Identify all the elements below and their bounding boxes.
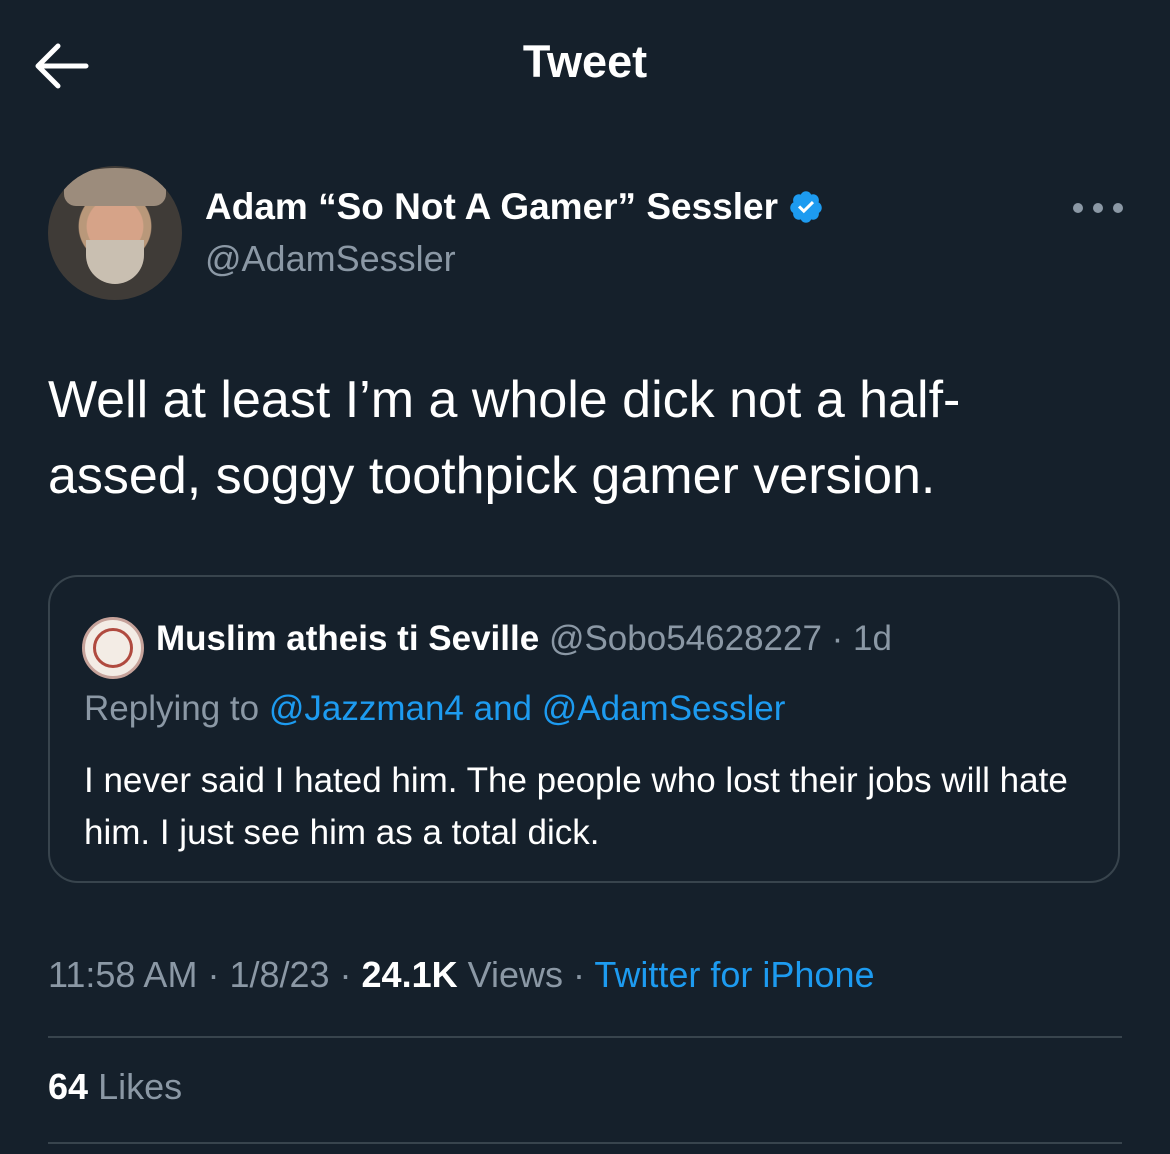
tweet-time: 11:58 AM <box>48 954 198 995</box>
author-display-name: Adam “So Not A Gamer” Sessler <box>205 186 778 227</box>
tweet-author: Adam “So Not A Gamer” Sessler @AdamSessl… <box>48 166 1128 306</box>
quoted-tweet-age: 1d <box>853 619 892 658</box>
quoted-author-avatar <box>82 617 144 679</box>
views-count: 24.1K <box>361 954 458 995</box>
sevilla-crest-icon <box>93 628 133 668</box>
author-handle: @AdamSessler <box>205 238 456 279</box>
quoted-tweet[interactable]: Muslim atheis ti Seville @Sobo54628227 ·… <box>48 575 1120 883</box>
more-options-button[interactable] <box>1068 196 1128 220</box>
avatar-beard <box>86 240 144 284</box>
quoted-tweet-header: Muslim atheis ti Seville @Sobo54628227 ·… <box>156 619 892 659</box>
more-dots-icon <box>1073 203 1123 213</box>
mention-link[interactable]: @Jazzman4 <box>269 689 464 728</box>
top-bar: Tweet <box>0 0 1170 134</box>
replying-to: Replying to @Jazzman4 and @AdamSessler <box>84 689 786 728</box>
tweet-text: Well at least I’m a whole dick not a hal… <box>48 371 961 505</box>
quoted-tweet-text: I never said I hated him. The people who… <box>84 761 1068 852</box>
quoted-author-name: Muslim atheis ti Seville <box>156 619 540 658</box>
mention-link[interactable]: @AdamSessler <box>542 689 786 728</box>
divider <box>48 1142 1122 1144</box>
likes-count: 64 <box>48 1066 89 1107</box>
avatar[interactable] <box>48 166 182 300</box>
views-label: Views <box>467 954 564 995</box>
likes-label: Likes <box>98 1066 183 1107</box>
likes-stat[interactable]: 64 Likes <box>48 1066 182 1108</box>
verified-badge-icon <box>790 191 822 223</box>
author-name-row[interactable]: Adam “So Not A Gamer” Sessler <box>205 186 824 228</box>
page-title: Tweet <box>522 36 648 87</box>
tweet-metadata: 11:58 AM · 1/8/23 · 24.1K Views · Twitte… <box>48 954 875 995</box>
avatar-hat <box>64 168 166 206</box>
source-link[interactable]: Twitter for iPhone <box>594 954 874 995</box>
quoted-author-handle: @Sobo54628227 · 1d <box>548 619 892 658</box>
tweet-date: 1/8/23 <box>229 954 330 995</box>
divider <box>48 1036 1122 1038</box>
